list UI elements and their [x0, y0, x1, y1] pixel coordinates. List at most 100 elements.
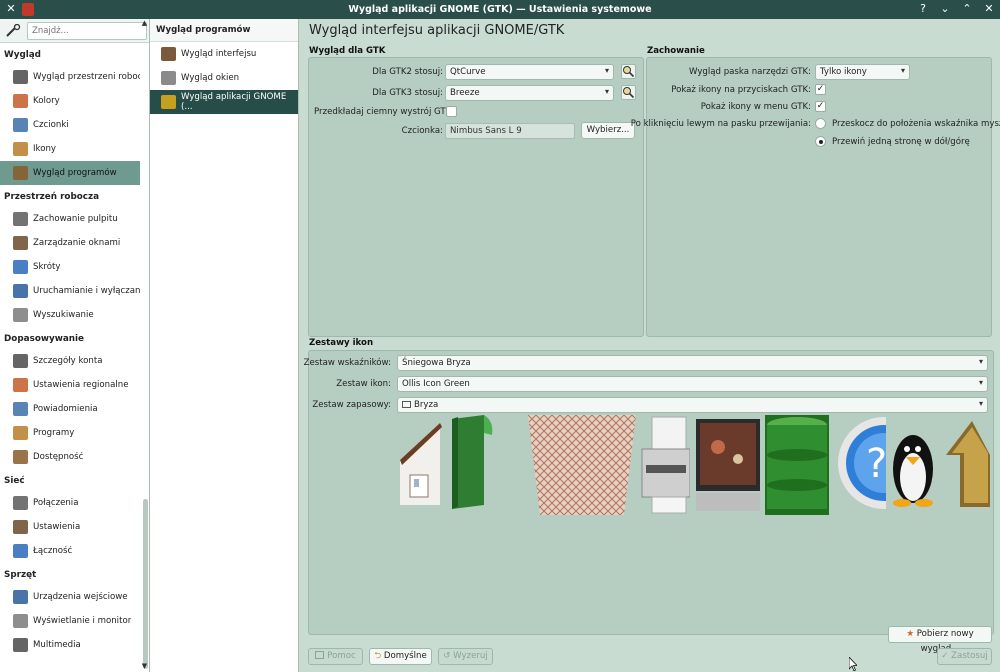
- subcategory-item[interactable]: Wygląd okien: [150, 66, 298, 90]
- sidebar-item[interactable]: Czcionki: [0, 113, 140, 137]
- gtk3-theme-select[interactable]: Breeze ▾: [445, 85, 614, 101]
- icons-menu-checkbox[interactable]: ✓: [815, 101, 826, 112]
- reset-button[interactable]: ↺ Wyzeruj: [438, 648, 493, 665]
- regional-icon: [13, 378, 28, 392]
- window-title: Wygląd aplikacji GNOME (GTK) — Ustawieni…: [348, 4, 652, 15]
- chevron-down-icon: ▾: [978, 378, 983, 387]
- subcategory-label: Wygląd aplikacji GNOME (...: [181, 92, 287, 112]
- font-label: Czcionka:: [401, 126, 443, 136]
- sidebar-item[interactable]: Ustawienia: [0, 515, 140, 539]
- title-bar[interactable]: ✕ Wygląd aplikacji GNOME (GTK) — Ustawie…: [0, 0, 1000, 19]
- dark-theme-label: Przedkładaj ciemny wystrój GTK3: [314, 107, 457, 117]
- icons-menu-label: Pokaż ikony w menu GTK:: [700, 102, 811, 112]
- sidebar-item-label: Ustawienia regionalne: [33, 380, 129, 390]
- sidebar-item-label: Kolory: [33, 96, 60, 106]
- sidebar-item[interactable]: Ikony: [0, 137, 140, 161]
- green-folder-preview-icon: [452, 415, 493, 509]
- gtk2-theme-select[interactable]: QtCurve ▾: [445, 64, 614, 80]
- subcategory-header: Wygląd programów: [150, 19, 298, 42]
- cursor-theme-value: Śniegowa Bryza: [402, 358, 471, 368]
- app-style-icon: [13, 166, 28, 180]
- scroll-page-radio[interactable]: [815, 136, 826, 147]
- sidebar-item[interactable]: Łączność: [0, 539, 140, 563]
- sidebar-item[interactable]: Multimedia: [0, 633, 140, 657]
- search-input[interactable]: [27, 22, 147, 40]
- sidebar-item[interactable]: Kolory: [0, 89, 140, 113]
- workspace-icon: [13, 70, 28, 84]
- behavior-section-title: Zachowanie: [647, 46, 705, 56]
- sidebar-item[interactable]: Urządzenia wejściowe: [0, 585, 140, 609]
- icon-theme-select[interactable]: Ollis Icon Green ▾: [397, 376, 988, 392]
- sidebar-item-label: Zarządzanie oknami: [33, 238, 121, 248]
- sidebar-item-label: Ustawienia: [33, 522, 81, 532]
- sidebar: Wygląd Wygląd przestrzeni roboczej Kolory C…: [0, 19, 150, 672]
- configure-icon[interactable]: [5, 24, 21, 38]
- sidebar-item[interactable]: Skróty: [0, 255, 140, 279]
- sidebar-item[interactable]: Dostępność: [0, 445, 140, 469]
- scroll-up-icon[interactable]: ▲: [140, 19, 149, 27]
- sidebar-item[interactable]: Wyświetlanie i monitor: [0, 609, 140, 633]
- sidebar-item-label: Wyświetlanie i monitor: [33, 616, 132, 626]
- subcategory-item[interactable]: Wygląd aplikacji GNOME (...: [150, 90, 298, 114]
- font-field[interactable]: Nimbus Sans L 9: [445, 123, 575, 139]
- help-button[interactable]: Pomoc: [308, 648, 363, 665]
- sidebar-item-label: Powiadomienia: [33, 404, 98, 414]
- sidebar-item[interactable]: Wyszukiwanie: [0, 303, 140, 327]
- notifications-icon: [13, 402, 28, 416]
- close-icon[interactable]: ✕: [982, 2, 996, 16]
- house-preview-icon: [400, 423, 442, 505]
- cursor-theme-select[interactable]: Śniegowa Bryza ▾: [397, 355, 988, 371]
- help-button-label: Pomoc: [327, 651, 356, 661]
- sidebar-item-label: Programy: [33, 428, 75, 438]
- fallback-theme-select[interactable]: Bryza ▾: [397, 397, 988, 413]
- sidebar-item[interactable]: Szczegóły konta: [0, 349, 140, 373]
- scroll-down-icon[interactable]: ▼: [140, 662, 149, 670]
- subcategory-item[interactable]: Wygląd interfejsu: [150, 42, 298, 66]
- scroll-jump-radio[interactable]: [815, 118, 826, 129]
- apply-button[interactable]: ✓ Zastosuj: [937, 648, 992, 665]
- minimize-icon[interactable]: ⌄: [938, 2, 952, 16]
- gtk3-label: Dla GTK3 stosuj:: [372, 88, 443, 98]
- sidebar-item-label: Dostępność: [33, 452, 84, 462]
- fallback-theme-value: Bryza: [414, 400, 439, 410]
- icons-icon: [13, 142, 28, 156]
- monitor-preview-icon: [696, 419, 760, 511]
- sidebar-item[interactable]: Połączenia: [0, 491, 140, 515]
- sidebar-scrollbar-thumb[interactable]: [143, 499, 148, 669]
- window-management-icon: [13, 236, 28, 250]
- gtk3-preview-button[interactable]: [621, 85, 636, 100]
- sidebar-item[interactable]: Programy: [0, 421, 140, 445]
- icons-buttons-checkbox[interactable]: ✓: [815, 84, 826, 95]
- dark-theme-checkbox[interactable]: [446, 106, 457, 117]
- preview-icon: [623, 87, 635, 99]
- subcategory-label: Wygląd interfejsu: [181, 49, 257, 59]
- gtk2-theme-value: QtCurve: [450, 67, 486, 77]
- chevron-down-icon: ▾: [604, 66, 609, 75]
- sidebar-item[interactable]: Zachowanie pulpitu: [0, 207, 140, 231]
- toolbar-style-select[interactable]: Tylko ikony ▾: [815, 64, 910, 80]
- sidebar-item[interactable]: Ustawienia regionalne: [0, 373, 140, 397]
- fallback-theme-label: Zestaw zapasowy:: [312, 400, 391, 410]
- sidebar-item[interactable]: Wygląd przestrzeni roboczej: [0, 65, 140, 89]
- chevron-down-icon: ▾: [978, 399, 983, 408]
- settings-window: ✕ Wygląd aplikacji GNOME (GTK) — Ustawie…: [0, 0, 1000, 672]
- maximize-icon[interactable]: ⌃: [960, 2, 974, 16]
- connections-icon: [13, 496, 28, 510]
- multimedia-icon: [13, 638, 28, 652]
- display-icon: [13, 614, 28, 628]
- sidebar-item[interactable]: Wygląd programów: [0, 161, 140, 185]
- defaults-icon: ⮌: [374, 651, 382, 661]
- sidebar-item-label: Zachowanie pulpitu: [33, 214, 118, 224]
- sidebar-item[interactable]: Powiadomienia: [0, 397, 140, 421]
- accessibility-icon: [13, 450, 28, 464]
- sidebar-item[interactable]: Zarządzanie oknami: [0, 231, 140, 255]
- sidebar-item[interactable]: Uruchamianie i wyłączanie: [0, 279, 140, 303]
- get-new-theme-button[interactable]: ★ Pobierz nowy wygląd...: [888, 626, 992, 654]
- icon-theme-label: Zestaw ikon:: [336, 379, 391, 389]
- defaults-button[interactable]: ⮌ Domyślne: [369, 648, 432, 665]
- icon-preview-strip: ?: [400, 415, 990, 515]
- startup-icon: [13, 284, 28, 298]
- choose-font-button[interactable]: Wybierz...: [581, 122, 635, 139]
- gtk2-preview-button[interactable]: [621, 64, 636, 79]
- help-icon[interactable]: ?: [916, 2, 930, 16]
